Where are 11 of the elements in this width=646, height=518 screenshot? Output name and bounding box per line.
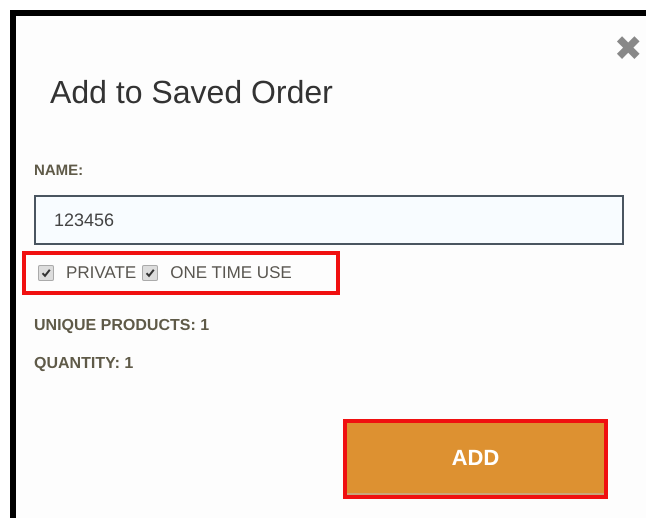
summary-text: QUANTITY: 1	[34, 355, 134, 373]
checkmark-icon	[41, 268, 51, 278]
checkmark-icon	[145, 268, 156, 278]
dialog-title: Add to Saved Order	[50, 73, 333, 112]
name-input-field[interactable]: 123456	[34, 195, 624, 245]
checkbox[interactable]	[38, 265, 54, 281]
checkbox-label[interactable]: ONE TIME USE	[170, 263, 292, 283]
checkbox[interactable]	[142, 265, 158, 281]
field-label: NAME:	[34, 162, 84, 179]
checkbox-label[interactable]: PRIVATE	[66, 263, 136, 283]
summary-text: UNIQUE PRODUCTS: 1	[34, 317, 210, 335]
